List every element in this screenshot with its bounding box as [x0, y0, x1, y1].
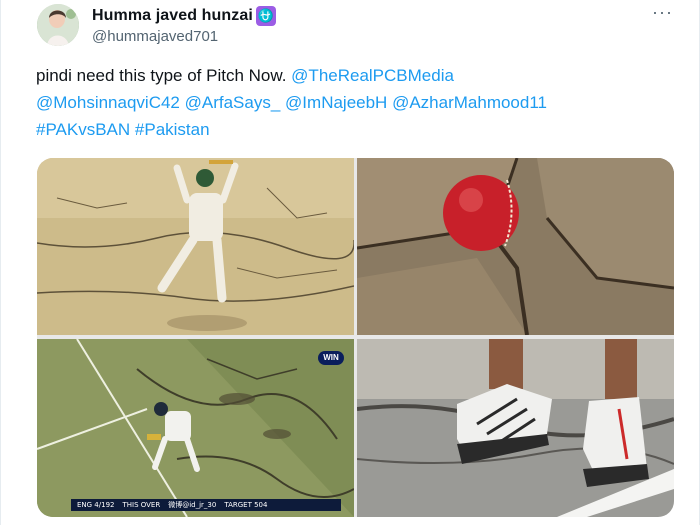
- avatar[interactable]: [37, 4, 79, 46]
- tweet-text: pindi need this type of Pitch Now. @TheR…: [36, 62, 676, 143]
- photo-ball: [357, 158, 674, 335]
- photo-shoes: [357, 339, 674, 517]
- mention-link[interactable]: @AzharMahmood11: [392, 93, 547, 112]
- media-grid[interactable]: WIN ENG 4/192 THIS OVER 微博@id_jr_30 TARG…: [37, 158, 674, 517]
- mention-link[interactable]: @MohsinnaqviC42: [36, 93, 180, 112]
- mention-link[interactable]: @ImNajeebH: [285, 93, 387, 112]
- tweet-card[interactable]: Humma javed hunzai ⛎ @hummajaved701 ··· …: [0, 0, 700, 525]
- media-photo-ball-in-crack[interactable]: [357, 158, 674, 335]
- display-name[interactable]: Humma javed hunzai: [92, 7, 253, 25]
- photo-fielder: [37, 158, 354, 335]
- hashtag-link[interactable]: #Pakistan: [135, 120, 210, 139]
- tweet-plain-text: pindi need this type of Pitch Now.: [36, 66, 287, 85]
- hashtag-link[interactable]: #PAKvsBAN: [36, 120, 130, 139]
- watermark-text: 微博@id_jr_30: [168, 501, 217, 509]
- zodiac-badge-icon: ⛎: [255, 6, 276, 26]
- score-text: ENG 4/192: [77, 501, 115, 509]
- over-text: THIS OVER: [122, 501, 161, 509]
- media-photo-fielder-cracked-pitch[interactable]: [37, 158, 354, 335]
- avatar-image: [37, 4, 79, 46]
- media-photo-aerial-pitch[interactable]: WIN ENG 4/192 THIS OVER 微博@id_jr_30 TARG…: [37, 339, 354, 517]
- mention-link[interactable]: @ArfaSays_: [185, 93, 281, 112]
- more-options-icon[interactable]: ···: [652, 2, 673, 23]
- target-text: TARGET 504: [224, 501, 268, 509]
- media-photo-shoes-on-crack[interactable]: [357, 339, 674, 517]
- score-overlay: ENG 4/192 THIS OVER 微博@id_jr_30 TARGET 5…: [71, 499, 341, 511]
- user-handle[interactable]: @hummajaved701: [92, 28, 218, 45]
- broadcaster-logo: WIN: [318, 351, 344, 365]
- mention-link[interactable]: @TheRealPCBMedia: [291, 66, 454, 85]
- photo-aerial: [37, 339, 354, 517]
- author-name-row[interactable]: Humma javed hunzai ⛎: [92, 6, 276, 26]
